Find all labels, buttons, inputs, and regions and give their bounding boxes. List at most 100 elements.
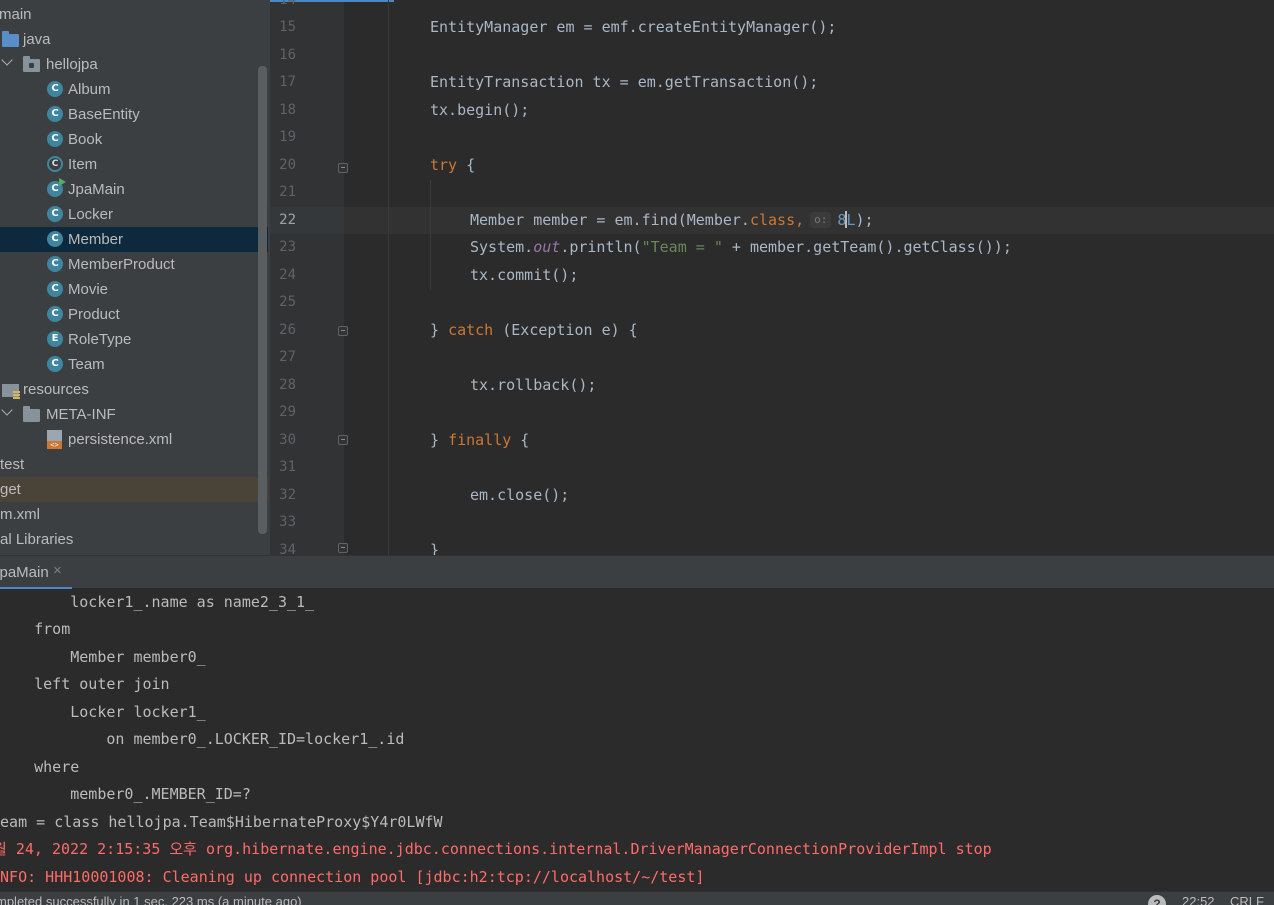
indent-guide (430, 180, 431, 290)
chevron-down-icon[interactable] (1, 406, 13, 418)
tree-scrollbar[interactable] (258, 66, 267, 534)
tree-item-label: persistence.xml (68, 431, 173, 448)
keyword-catch: catch (448, 321, 494, 339)
code-text: Member member = em.find(Member. (470, 211, 750, 229)
code-text: .println( (560, 238, 642, 256)
class-icon: C (47, 231, 63, 247)
project-tree-panel: main java hellojpa C Album C BaseEntity … (0, 0, 270, 555)
tree-item-label: Album (68, 81, 111, 98)
console-line: on member0_.LOCKER_ID=locker1_.id (0, 730, 405, 748)
tree-item-book[interactable]: C Book (0, 127, 268, 152)
source-folder-icon (2, 31, 19, 47)
tree-item-java[interactable]: java (0, 27, 268, 52)
chevron-down-icon[interactable] (1, 56, 13, 68)
status-time: 22:52 (1182, 894, 1215, 905)
tree-item-label: test (0, 456, 25, 473)
tree-item-pom-xml[interactable]: m.xml (0, 502, 268, 527)
code-line-20: try { (430, 152, 475, 179)
run-icon (59, 178, 66, 186)
line-number: 21 (279, 184, 296, 200)
tree-item-hellojpa[interactable]: hellojpa (0, 52, 268, 77)
console-line: Team = class hellojpa.Team$HibernateProx… (0, 813, 443, 831)
class-icon: C (47, 356, 63, 372)
line-number: 20 (279, 157, 296, 173)
tree-item-product[interactable]: C Product (0, 302, 268, 327)
console-error-line: 1월 24, 2022 2:15:35 오후 org.hibernate.eng… (0, 840, 992, 858)
tree-item-album[interactable]: C Album (0, 77, 268, 102)
code-line-26: } catch (Exception e) { (430, 317, 638, 344)
line-number: 17 (279, 74, 296, 90)
tree-item-item[interactable]: C Item (0, 152, 268, 177)
abstract-class-icon: C (47, 156, 63, 172)
status-message: mpleted successfully in 1 sec, 223 ms (a… (0, 894, 302, 905)
code-line-32: em.close(); (470, 486, 570, 504)
close-icon[interactable]: × (53, 562, 62, 579)
tree-item-label: Member (68, 231, 124, 248)
tree-item-resources[interactable]: resources (0, 377, 268, 402)
help-icon[interactable]: ? (1148, 895, 1166, 905)
tree-item-test[interactable]: test (0, 452, 268, 477)
tree-item-label: BaseEntity (68, 106, 140, 123)
tree-item-jpamain[interactable]: C JpaMain (0, 177, 268, 202)
tree-item-member[interactable]: C Member (0, 227, 268, 252)
tree-item-label: RoleType (68, 331, 132, 348)
code-comma: , (795, 211, 805, 229)
runnable-class-icon: C (47, 178, 66, 197)
line-number: 15 (279, 19, 296, 35)
tree-item-label: MemberProduct (68, 256, 175, 273)
line-number: 16 (279, 47, 296, 63)
line-number: 26 (279, 322, 296, 338)
tree-item-label: m.xml (0, 506, 40, 523)
tree-item-memberproduct[interactable]: C MemberProduct (0, 252, 268, 277)
tree-item-baseentity[interactable]: C BaseEntity (0, 102, 268, 127)
tree-item-label: META-INF (46, 406, 116, 423)
tree-item-team[interactable]: C Team (0, 352, 268, 377)
tree-item-locker[interactable]: C Locker (0, 202, 268, 227)
class-icon: C (47, 81, 63, 97)
fold-marker-icon[interactable] (338, 163, 348, 173)
console-error-line: INFO: HHH10001008: Cleaning up connectio… (0, 868, 705, 886)
line-separator-widget[interactable]: CRLF (1230, 894, 1264, 905)
tree-item-target[interactable]: get (0, 477, 268, 502)
tree-item-label: Movie (68, 281, 109, 298)
console-output[interactable]: locker1_.name as name2_3_1_ from Member … (0, 589, 1274, 891)
class-icon: C (47, 256, 63, 272)
line-number: 27 (279, 349, 296, 365)
class-icon: C (47, 306, 63, 322)
fold-marker-icon[interactable] (338, 326, 348, 336)
tree-item-main[interactable]: main (0, 2, 268, 27)
class-icon: C (47, 206, 63, 222)
tree-item-label: Product (68, 306, 120, 323)
tree-item-label: Locker (68, 206, 114, 223)
status-bar: mpleted successfully in 1 sec, 223 ms (a… (0, 891, 1274, 905)
tree-item-movie[interactable]: C Movie (0, 277, 268, 302)
code-line-17: EntityTransaction tx = em.getTransaction… (430, 73, 819, 91)
fold-marker-icon[interactable] (338, 543, 348, 553)
tab-run-jpamain[interactable]: JpaMain × (0, 556, 76, 590)
fold-marker-icon[interactable] (338, 435, 348, 445)
tree-item-label: Team (68, 356, 105, 373)
line-number: 14 (279, 0, 296, 8)
tree-item-roletype[interactable]: E RoleType (0, 327, 268, 352)
code-editor[interactable]: 14 15 16 17 18 19 20 21 22 23 24 25 26 2… (270, 0, 1274, 555)
code-text: { (511, 431, 530, 449)
code-line-18: tx.begin(); (430, 101, 530, 119)
line-number: 33 (279, 514, 296, 530)
console-line: where (0, 758, 80, 776)
resources-folder-icon (2, 384, 20, 400)
tree-item-label: java (23, 31, 51, 48)
tree-item-meta-inf[interactable]: META-INF (0, 402, 268, 427)
enum-icon: E (47, 331, 63, 347)
tree-item-persistence-xml[interactable]: persistence.xml (0, 427, 268, 452)
tree-item-external-libraries[interactable]: al Libraries (0, 527, 268, 552)
code-line-15: EntityManager em = emf.createEntityManag… (430, 18, 837, 36)
tree-item-label: Book (68, 131, 103, 148)
line-number: 25 (279, 294, 296, 310)
line-number: 24 (279, 267, 296, 283)
code-line-28: tx.rollback(); (470, 376, 597, 394)
line-number: 32 (279, 487, 296, 503)
string-literal: "Team = " (641, 238, 723, 256)
line-number-current: 22 (279, 212, 296, 228)
run-tool-window-header: JpaMain × (0, 555, 1274, 590)
line-number: 28 (279, 377, 296, 393)
